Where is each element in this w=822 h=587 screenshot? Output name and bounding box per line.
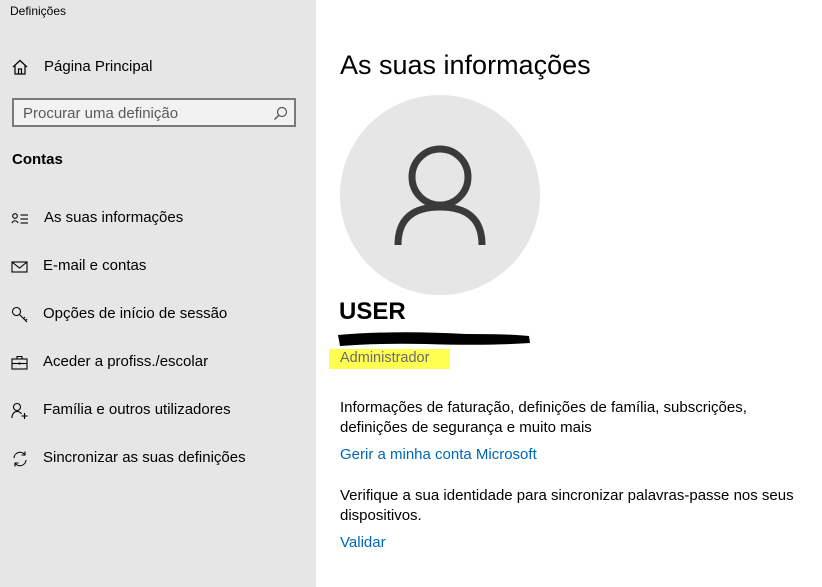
- sidebar-item-work-school[interactable]: Aceder a profiss./escolar: [0, 345, 316, 379]
- redaction-mark: [338, 332, 530, 346]
- sidebar-item-sync-settings[interactable]: Sincronizar as suas definições: [0, 441, 316, 475]
- sync-icon: [11, 450, 29, 468]
- search-box[interactable]: [12, 98, 296, 127]
- manage-account-link[interactable]: Gerir a minha conta Microsoft: [340, 446, 537, 463]
- sidebar: Definições Página Principal Contas: [0, 0, 316, 587]
- briefcase-icon: [11, 354, 29, 372]
- sidebar-item-label: E-mail e contas: [43, 257, 147, 274]
- account-info-text: Informações de faturação, definições de …: [340, 399, 747, 436]
- key-icon: [11, 306, 29, 324]
- verify-identity-text: Verifique a sua identidade para sincroni…: [340, 487, 794, 524]
- sidebar-item-label: Família e outros utilizadores: [43, 401, 231, 418]
- sidebar-item-your-info[interactable]: As suas informações: [0, 201, 316, 235]
- avatar: [340, 95, 540, 295]
- search-input[interactable]: [23, 102, 273, 124]
- mail-icon: [11, 258, 29, 276]
- home-nav-item[interactable]: Página Principal: [0, 52, 316, 82]
- sidebar-item-label: As suas informações: [44, 209, 184, 226]
- sidebar-item-sign-in-options[interactable]: Opções de início de sessão: [0, 297, 316, 331]
- person-add-icon: [11, 402, 29, 420]
- window-title: Definições: [10, 4, 67, 18]
- verify-link[interactable]: Validar: [340, 534, 386, 551]
- search-icon[interactable]: [273, 106, 288, 121]
- home-label: Página Principal: [44, 58, 153, 75]
- section-title: Contas: [12, 151, 63, 168]
- account-role: Administrador: [340, 350, 430, 366]
- user-silhouette-icon: [394, 145, 486, 246]
- user-name: USER: [339, 298, 406, 325]
- sidebar-item-label: Aceder a profiss./escolar: [43, 353, 209, 370]
- page-title: As suas informações: [340, 50, 591, 80]
- user-info-icon: [11, 210, 29, 228]
- sidebar-item-label: Opções de início de sessão: [43, 305, 228, 322]
- home-icon: [11, 59, 29, 75]
- sidebar-item-family-users[interactable]: Família e outros utilizadores: [0, 393, 316, 427]
- sidebar-item-label: Sincronizar as suas definições: [43, 449, 246, 466]
- sidebar-item-email-accounts[interactable]: E-mail e contas: [0, 249, 316, 283]
